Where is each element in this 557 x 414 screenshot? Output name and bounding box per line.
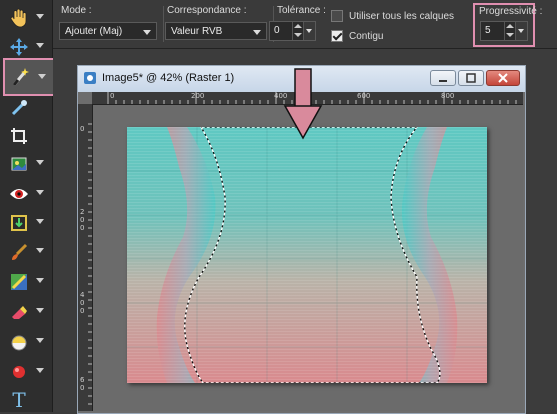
ruler-label: 800 xyxy=(441,92,455,100)
brush-tool-button[interactable] xyxy=(4,238,44,266)
use-all-layers-checkbox[interactable] xyxy=(331,10,343,22)
close-icon xyxy=(498,73,508,83)
canvas-area[interactable] xyxy=(93,105,523,411)
text-tool-button[interactable]: T xyxy=(4,386,44,414)
mode-value: Ajouter (Maj) xyxy=(65,26,123,37)
ruler-label: 2 0 0 xyxy=(80,208,85,232)
fill-bucket-icon xyxy=(8,331,30,353)
divider xyxy=(163,6,164,42)
image-window-title: Image5* @ 42% (Raster 1) xyxy=(102,72,235,84)
spin-arrows-icon[interactable] xyxy=(292,22,303,40)
picture-tube-tool-button[interactable] xyxy=(4,150,44,178)
feather-label: Progressivité : xyxy=(479,6,543,17)
picture-tube-icon xyxy=(8,153,30,175)
ruler-ticks xyxy=(88,123,92,405)
app-icon xyxy=(84,72,96,84)
move-tool-button[interactable] xyxy=(4,33,44,61)
minimize-icon xyxy=(439,80,447,82)
feather-stepper[interactable]: 5 xyxy=(480,21,528,41)
retouch-icon xyxy=(8,271,30,293)
mode-select[interactable]: Ajouter (Maj) xyxy=(59,22,157,40)
feather-value: 5 xyxy=(485,25,491,36)
ruler-label: 6 0 xyxy=(80,376,85,392)
chevron-down-icon[interactable] xyxy=(515,22,527,40)
retouch-tool-button[interactable] xyxy=(4,268,44,296)
eraser-icon xyxy=(8,301,30,323)
use-all-layers-label: Utiliser tous les calques xyxy=(349,11,455,22)
magic-wand-tool-button[interactable] xyxy=(3,58,57,96)
maximize-icon xyxy=(466,73,476,83)
chevron-down-icon xyxy=(143,30,151,35)
contiguous-label: Contigu xyxy=(349,31,384,42)
crop-tool-button[interactable] xyxy=(4,122,44,150)
crop-icon xyxy=(8,125,30,147)
tool-options-bar: Mode : Ajouter (Maj) Correspondance : Va… xyxy=(53,0,557,49)
mode-label: Mode : xyxy=(61,5,92,16)
contiguous-checkbox[interactable] xyxy=(331,30,343,42)
eraser-tool-button[interactable] xyxy=(4,298,44,326)
match-mode-select[interactable]: Valeur RVB xyxy=(165,22,267,40)
text-icon: T xyxy=(12,388,26,412)
pen-icon xyxy=(8,361,30,383)
chevron-down-icon[interactable] xyxy=(303,22,315,40)
chevron-down-icon xyxy=(253,30,261,35)
fill-tool-button[interactable] xyxy=(4,328,44,356)
minimize-button[interactable] xyxy=(430,70,456,86)
close-button[interactable] xyxy=(486,70,520,86)
red-eye-tool-button[interactable] xyxy=(4,180,44,208)
pan-tool-button[interactable] xyxy=(4,4,44,32)
match-value: Valeur RVB xyxy=(171,26,223,37)
move-arrows-icon xyxy=(8,36,30,58)
hand-icon xyxy=(8,7,30,29)
paint-brush-icon xyxy=(8,241,30,263)
ruler-label: 0 xyxy=(80,125,85,133)
match-label: Correspondance : xyxy=(167,5,247,16)
tolerance-stepper[interactable]: 0 xyxy=(269,21,316,41)
ruler-label: 600 xyxy=(357,92,371,100)
tolerance-label: Tolérance : xyxy=(277,5,326,16)
down-arrow-annotation xyxy=(283,68,323,140)
vertical-ruler: 0 2 0 0 4 0 0 6 0 xyxy=(78,104,93,411)
spin-arrows-icon[interactable] xyxy=(504,22,515,40)
clone-tool-button[interactable] xyxy=(4,209,44,237)
pen-tool-button[interactable] xyxy=(4,358,44,386)
image-canvas[interactable] xyxy=(127,127,487,383)
clone-icon xyxy=(8,212,30,234)
magic-wand-icon xyxy=(9,66,31,88)
dropper-tool-button[interactable] xyxy=(4,94,44,122)
tolerance-value: 0 xyxy=(274,25,280,36)
ruler-label: 0 xyxy=(110,92,115,100)
eyedropper-icon xyxy=(8,97,30,119)
tools-toolbar: T xyxy=(0,0,57,414)
ruler-label: 4 0 0 xyxy=(80,291,85,315)
ruler-label: 200 xyxy=(191,92,205,100)
image-content xyxy=(127,127,487,383)
eye-icon xyxy=(8,183,30,205)
maximize-button[interactable] xyxy=(458,70,484,86)
